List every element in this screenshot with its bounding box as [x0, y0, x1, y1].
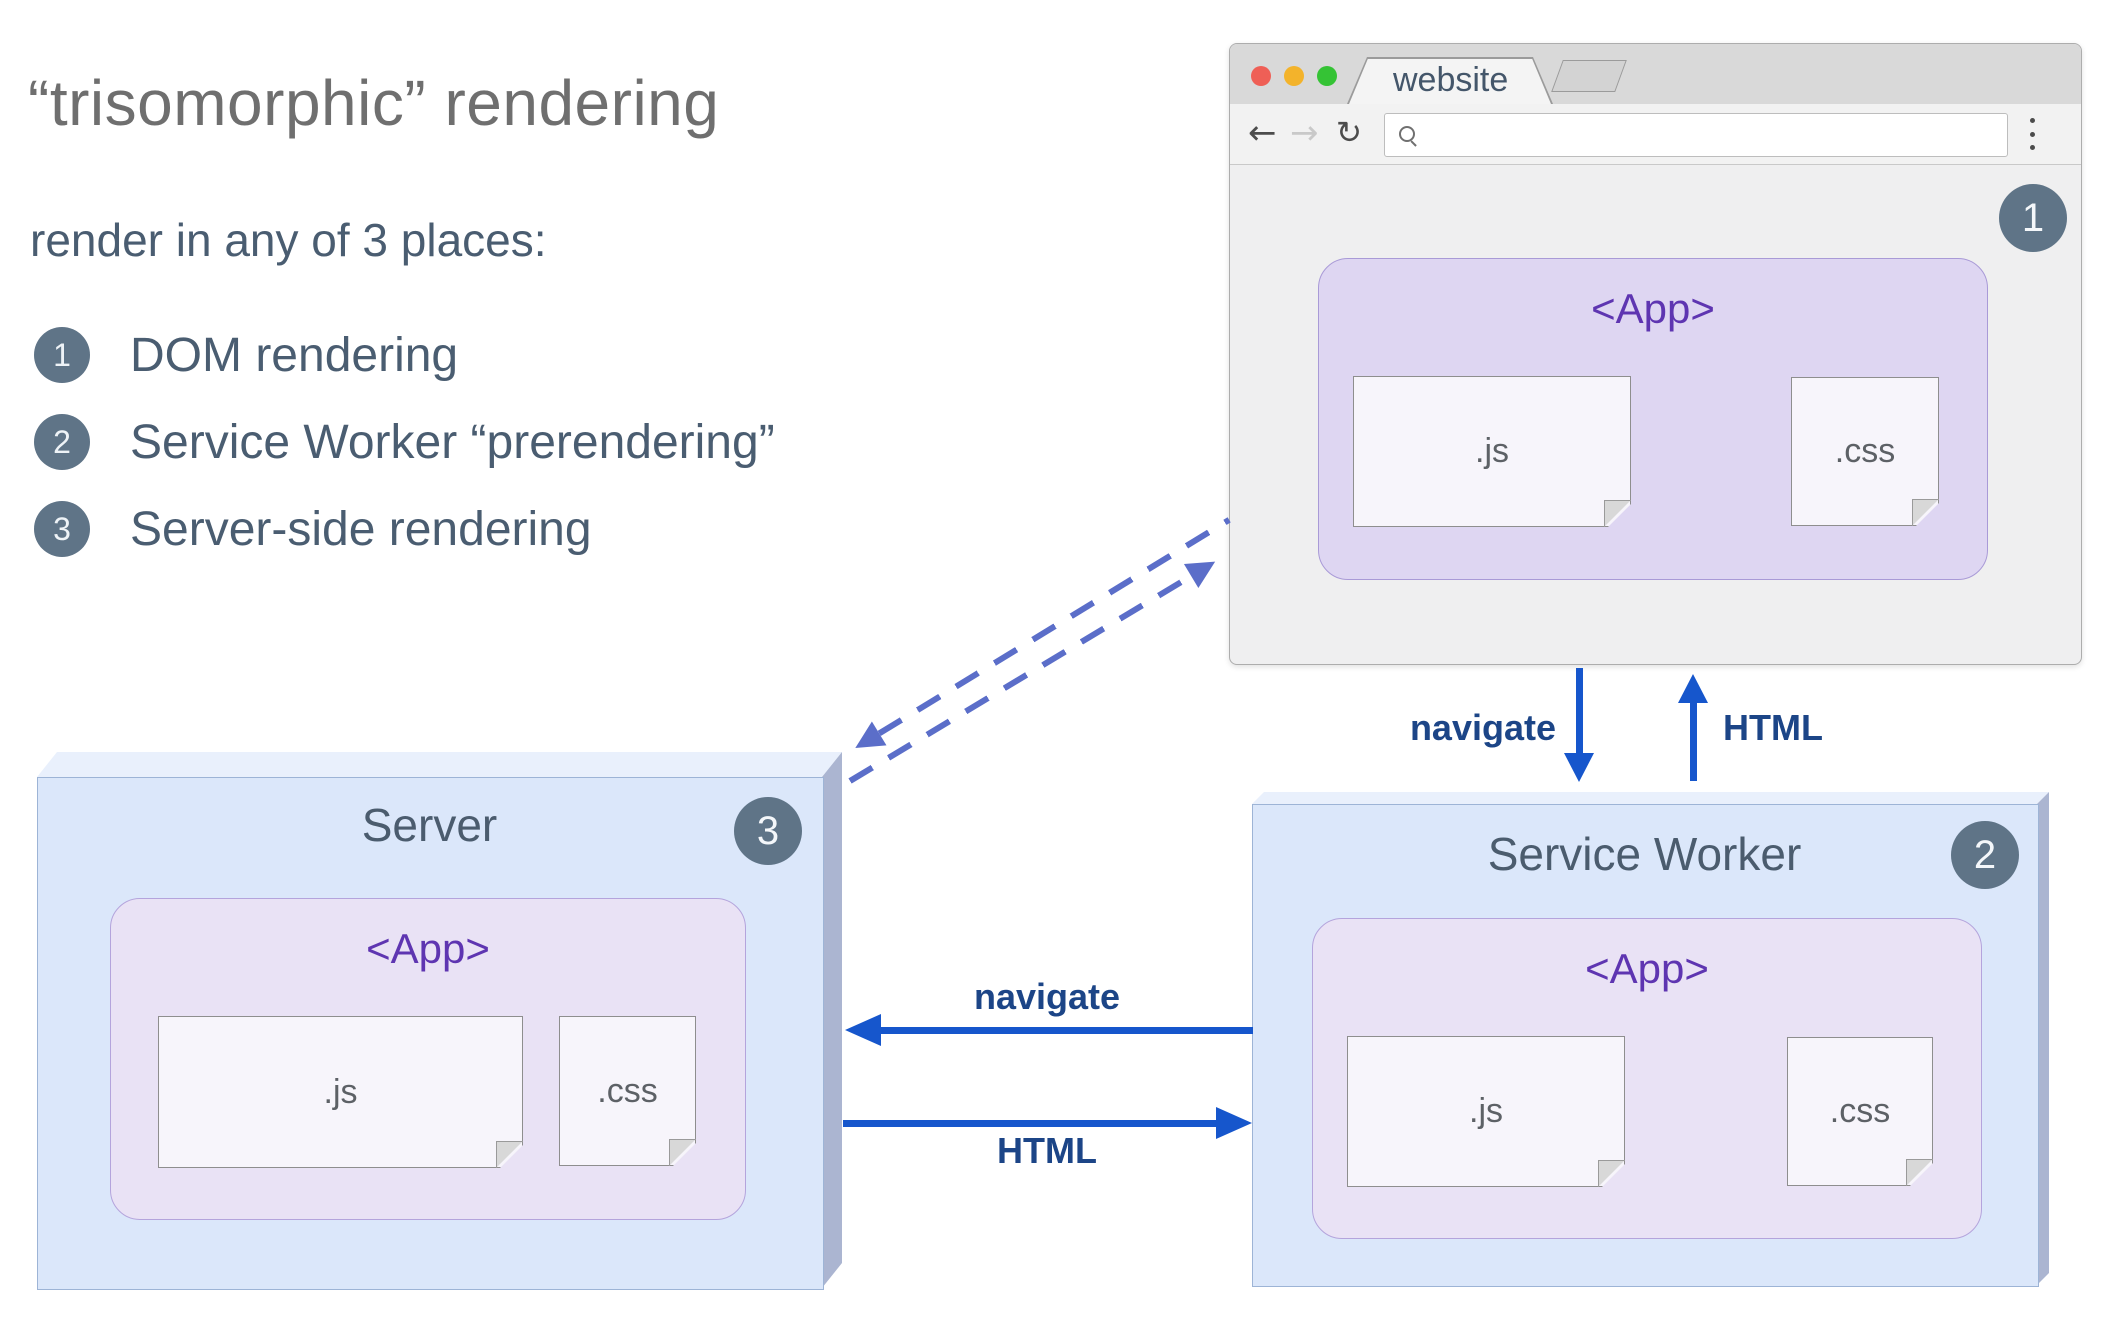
- page-subtitle: render in any of 3 places:: [30, 214, 547, 266]
- server-box-top-face: [37, 752, 842, 777]
- html-up-arrowhead: [1678, 674, 1708, 703]
- js-file: .js: [158, 1016, 523, 1168]
- html-up-arrow: [1690, 701, 1697, 781]
- url-input[interactable]: [1384, 113, 2008, 157]
- status-badge-3: 3: [734, 797, 802, 865]
- status-badge-2: 2: [1951, 821, 2019, 889]
- search-icon: [1399, 126, 1415, 142]
- navigate-down-arrowhead: [1564, 753, 1594, 782]
- traffic-light-close[interactable]: [1251, 66, 1271, 86]
- dashed-link-server-to-browser: [848, 549, 1223, 784]
- navigate-down-label: navigate: [1409, 707, 1556, 748]
- navigate-left-label: navigate: [973, 976, 1121, 1017]
- app-component-label: <App>: [366, 925, 490, 972]
- dashed-link-browser-to-server: [847, 517, 1231, 760]
- diagram-canvas: “trisomorphic” rendering render in any o…: [0, 0, 2108, 1328]
- navigate-left-arrowhead: [845, 1014, 881, 1046]
- status-badge-1: 1: [1999, 184, 2067, 252]
- css-file: .css: [559, 1016, 696, 1166]
- forward-arrow-icon[interactable]: →: [1290, 104, 1319, 164]
- page-title: “trisomorphic” rendering: [28, 67, 720, 139]
- new-tab-button[interactable]: [1551, 60, 1627, 92]
- legend-item-service-worker: 2 Service Worker “prerendering”: [34, 414, 775, 470]
- legend-number-badge: 1: [34, 327, 90, 383]
- server-app-box: <App> .js .css: [110, 898, 746, 1220]
- legend-label: Server-side rendering: [130, 502, 592, 556]
- dashed-arrowhead-to-browser: [1183, 549, 1223, 589]
- html-right-label: HTML: [997, 1130, 1097, 1171]
- browser-toolbar: ← → ↻: [1230, 104, 2081, 165]
- browser-app-box: <App> .js .css: [1318, 258, 1988, 580]
- legend-item-server-side: 3 Server-side rendering: [34, 501, 592, 557]
- back-arrow-icon[interactable]: ←: [1248, 104, 1277, 164]
- reload-icon[interactable]: ↻: [1336, 104, 1362, 164]
- traffic-light-zoom[interactable]: [1317, 66, 1337, 86]
- js-file: .js: [1353, 376, 1631, 527]
- navigate-left-arrow: [879, 1027, 1253, 1034]
- html-right-arrowhead: [1216, 1107, 1252, 1139]
- service-worker-app-box: <App> .js .css: [1312, 918, 1982, 1239]
- service-worker-title: Service Worker: [1487, 828, 1802, 880]
- legend-label: DOM rendering: [130, 328, 459, 382]
- navigate-down-arrow: [1576, 668, 1583, 756]
- css-file: .css: [1787, 1037, 1933, 1186]
- browser-titlebar: website: [1230, 44, 2081, 105]
- overflow-menu-icon[interactable]: [2030, 118, 2036, 150]
- service-worker-box-top-face: [1252, 792, 2049, 804]
- server-title: Server: [361, 799, 498, 851]
- legend-item-dom: 1 DOM rendering: [34, 327, 458, 383]
- traffic-light-minimize[interactable]: [1284, 66, 1304, 86]
- app-component-label: <App>: [1591, 285, 1715, 332]
- html-right-arrow: [843, 1120, 1218, 1127]
- legend-number-badge: 3: [34, 501, 90, 557]
- html-up-label: HTML: [1723, 707, 1823, 748]
- legend-number-badge: 2: [34, 414, 90, 470]
- js-file: .js: [1347, 1036, 1625, 1187]
- server-box-side-face: [822, 752, 842, 1288]
- css-file: .css: [1791, 377, 1939, 526]
- dashed-arrowhead-to-server: [847, 721, 887, 760]
- browser-tab-title: website: [1393, 61, 1509, 99]
- legend-label: Service Worker “prerendering”: [130, 415, 775, 469]
- app-component-label: <App>: [1585, 945, 1709, 992]
